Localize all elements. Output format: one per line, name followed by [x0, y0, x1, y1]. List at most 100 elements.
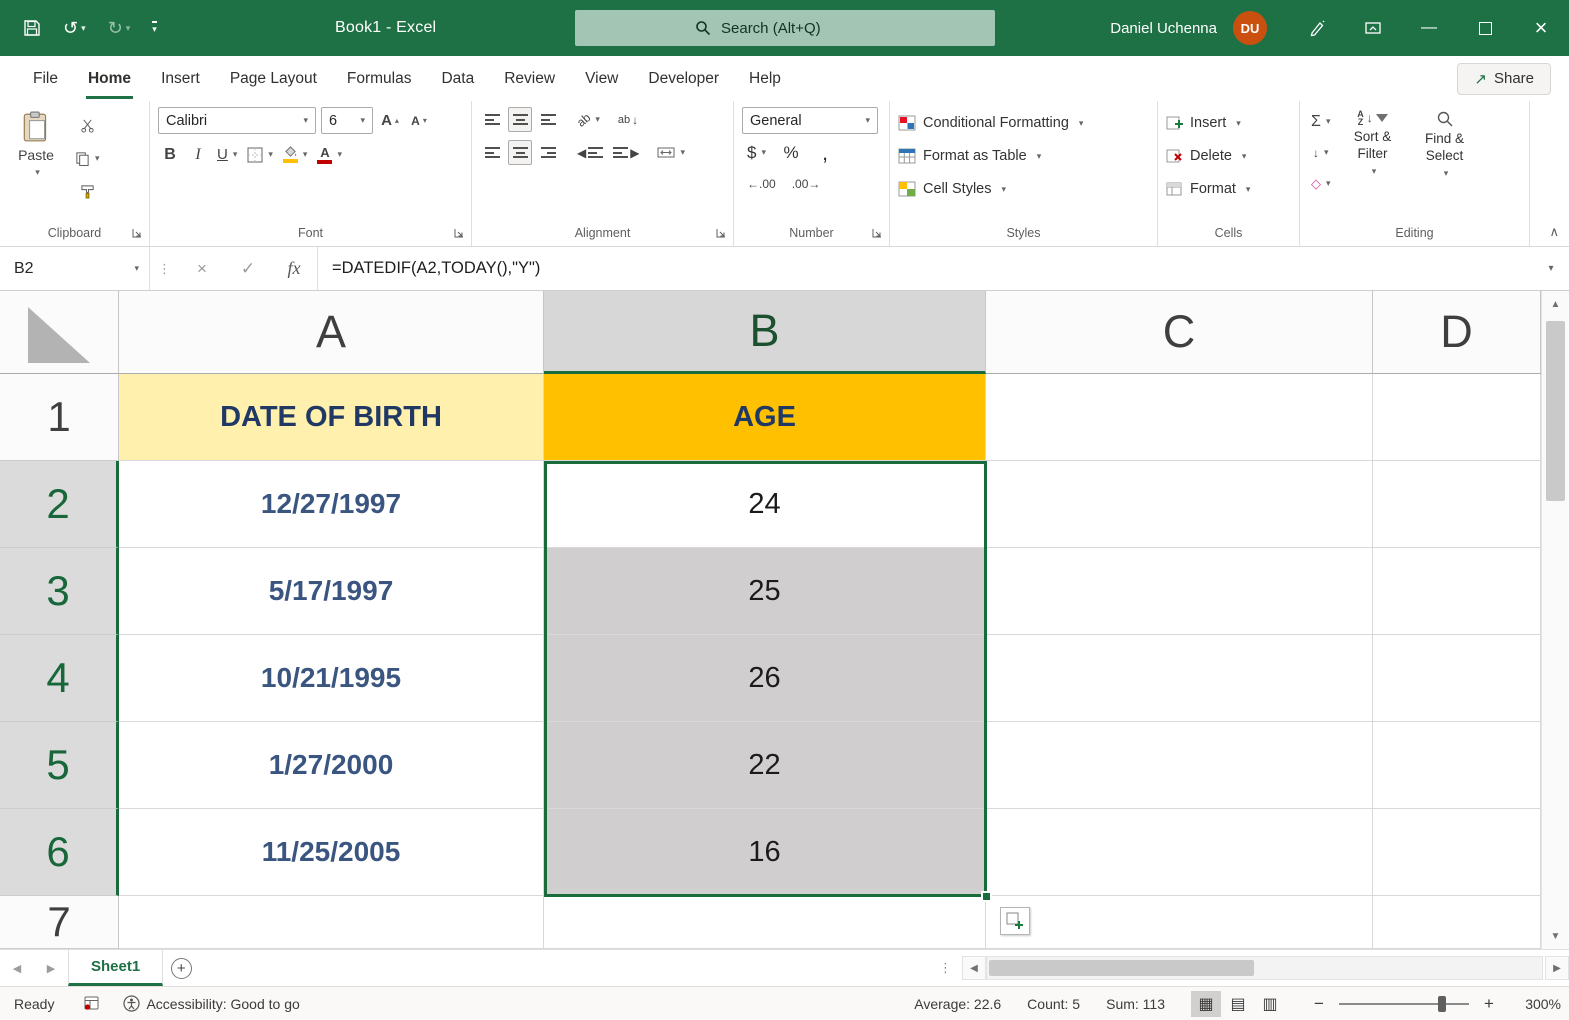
top-align-button[interactable]: [480, 107, 504, 132]
orientation-button[interactable]: ab▾: [574, 107, 603, 132]
account-avatar[interactable]: DU: [1233, 11, 1267, 45]
tab-help[interactable]: Help: [734, 56, 796, 101]
search-box[interactable]: Search (Alt+Q): [575, 10, 995, 46]
wrap-text-button[interactable]: ab↓: [615, 107, 641, 132]
tab-formulas[interactable]: Formulas: [332, 56, 427, 101]
copy-button[interactable]: ▾: [72, 146, 103, 171]
collapse-ribbon-button[interactable]: ∧: [1549, 224, 1559, 240]
format-as-table-button[interactable]: Format as Table ▾: [898, 142, 1149, 170]
cell-d1[interactable]: [1373, 374, 1541, 461]
draw-pen-button[interactable]: [1289, 0, 1345, 56]
row-header-3[interactable]: 3: [0, 548, 119, 635]
paste-button[interactable]: Paste ▾: [8, 107, 64, 220]
decrease-indent-button[interactable]: ◀: [574, 140, 606, 165]
italic-button[interactable]: I: [186, 142, 210, 167]
share-button[interactable]: ↗ Share: [1457, 63, 1551, 95]
increase-indent-button[interactable]: ▶: [610, 140, 642, 165]
cell-d3[interactable]: [1373, 548, 1541, 635]
close-button[interactable]: ×: [1513, 0, 1569, 56]
cell-b2[interactable]: 24: [544, 461, 986, 548]
save-button[interactable]: [14, 13, 50, 43]
customize-quick-access-button[interactable]: ▾: [143, 15, 166, 41]
row-header-4[interactable]: 4: [0, 635, 119, 722]
zoom-slider-handle[interactable]: [1438, 996, 1446, 1012]
row-header-2[interactable]: 2: [0, 461, 119, 548]
fill-handle[interactable]: [981, 891, 992, 902]
column-header-c[interactable]: C: [986, 291, 1373, 374]
clear-button[interactable]: ◇▾: [1308, 171, 1334, 196]
merge-center-button[interactable]: ▾: [654, 140, 688, 165]
row-header-1[interactable]: 1: [0, 374, 119, 461]
fill-button[interactable]: ↓▾: [1308, 140, 1334, 165]
cell-c5[interactable]: [986, 722, 1373, 809]
tab-insert[interactable]: Insert: [146, 56, 215, 101]
formula-bar-expand-button[interactable]: ▾: [1533, 247, 1569, 290]
insert-cells-button[interactable]: Insert ▾: [1166, 109, 1291, 137]
row-header-7[interactable]: 7: [0, 896, 119, 949]
name-box[interactable]: B2 ▾: [0, 247, 150, 290]
cell-a7[interactable]: [119, 896, 544, 949]
decrease-font-size-button[interactable]: A▾: [407, 108, 431, 133]
cell-b6[interactable]: 16: [544, 809, 986, 896]
cell-c2[interactable]: [986, 461, 1373, 548]
page-break-view-button[interactable]: ▥: [1255, 991, 1285, 1017]
maximize-button[interactable]: [1457, 0, 1513, 56]
cell-d4[interactable]: [1373, 635, 1541, 722]
clipboard-dialog-launcher[interactable]: [130, 226, 144, 240]
ribbon-display-options-button[interactable]: [1345, 0, 1401, 56]
cut-button[interactable]: [72, 113, 103, 138]
cell-d2[interactable]: [1373, 461, 1541, 548]
cell-a2[interactable]: 12/27/1997: [119, 461, 544, 548]
formula-bar-splitter[interactable]: ⋮: [150, 247, 179, 290]
cell-a1[interactable]: DATE OF BIRTH: [119, 374, 544, 461]
tab-file[interactable]: File: [18, 56, 73, 101]
cell-c4[interactable]: [986, 635, 1373, 722]
column-header-d[interactable]: D: [1373, 291, 1541, 374]
scroll-up-arrow[interactable]: ▲: [1542, 291, 1569, 317]
accounting-format-button[interactable]: $▾: [744, 140, 769, 165]
tab-home[interactable]: Home: [73, 56, 146, 101]
align-left-button[interactable]: [480, 140, 504, 165]
column-header-b[interactable]: B: [544, 291, 986, 374]
horizontal-scroll-thumb[interactable]: [989, 960, 1254, 976]
undo-button[interactable]: ↺▾: [54, 12, 95, 45]
row-header-6[interactable]: 6: [0, 809, 119, 896]
number-dialog-launcher[interactable]: [870, 226, 884, 240]
zoom-slider[interactable]: [1339, 1003, 1469, 1005]
format-cells-button[interactable]: Format ▾: [1166, 175, 1291, 203]
insert-function-button[interactable]: fx: [271, 247, 317, 290]
cell-c6[interactable]: [986, 809, 1373, 896]
percent-style-button[interactable]: %: [779, 140, 803, 165]
vertical-scroll-track[interactable]: [1542, 317, 1569, 923]
accessibility-status[interactable]: Accessibility: Good to go: [146, 996, 299, 1012]
macro-record-button[interactable]: [76, 996, 106, 1011]
delete-cells-button[interactable]: Delete ▾: [1166, 142, 1291, 170]
find-select-button[interactable]: Find & Select ▾: [1412, 107, 1478, 220]
horizontal-scrollbar[interactable]: [986, 956, 1543, 980]
cell-a4[interactable]: 10/21/1995: [119, 635, 544, 722]
cell-d5[interactable]: [1373, 722, 1541, 809]
cell-d6[interactable]: [1373, 809, 1541, 896]
center-button[interactable]: [508, 140, 532, 165]
decrease-decimal-button[interactable]: .00→: [789, 171, 824, 196]
cell-b7[interactable]: [544, 896, 986, 949]
increase-decimal-button[interactable]: ←.00: [744, 171, 779, 196]
font-dialog-launcher[interactable]: [452, 226, 466, 240]
underline-button[interactable]: U▾: [214, 142, 240, 167]
cell-d7[interactable]: [1373, 896, 1541, 949]
increase-font-size-button[interactable]: A▴: [378, 108, 402, 133]
cancel-button[interactable]: ×: [179, 247, 225, 290]
format-painter-button[interactable]: [72, 179, 103, 204]
formula-input[interactable]: =DATEDIF(A2,TODAY(),"Y"): [317, 247, 1533, 290]
cell-b3[interactable]: 25: [544, 548, 986, 635]
conditional-formatting-button[interactable]: Conditional Formatting ▾: [898, 109, 1149, 137]
comma-style-button[interactable]: ,: [813, 140, 837, 165]
autosum-button[interactable]: Σ▾: [1308, 109, 1334, 134]
enter-button[interactable]: ✓: [225, 247, 271, 290]
select-all-corner[interactable]: [0, 291, 119, 374]
cell-c3[interactable]: [986, 548, 1373, 635]
auto-fill-options-button[interactable]: [1000, 907, 1030, 935]
tab-splitter-handle[interactable]: ⋮: [929, 960, 962, 976]
cell-b1[interactable]: AGE: [544, 374, 986, 461]
accessibility-checker-button[interactable]: [116, 995, 146, 1012]
